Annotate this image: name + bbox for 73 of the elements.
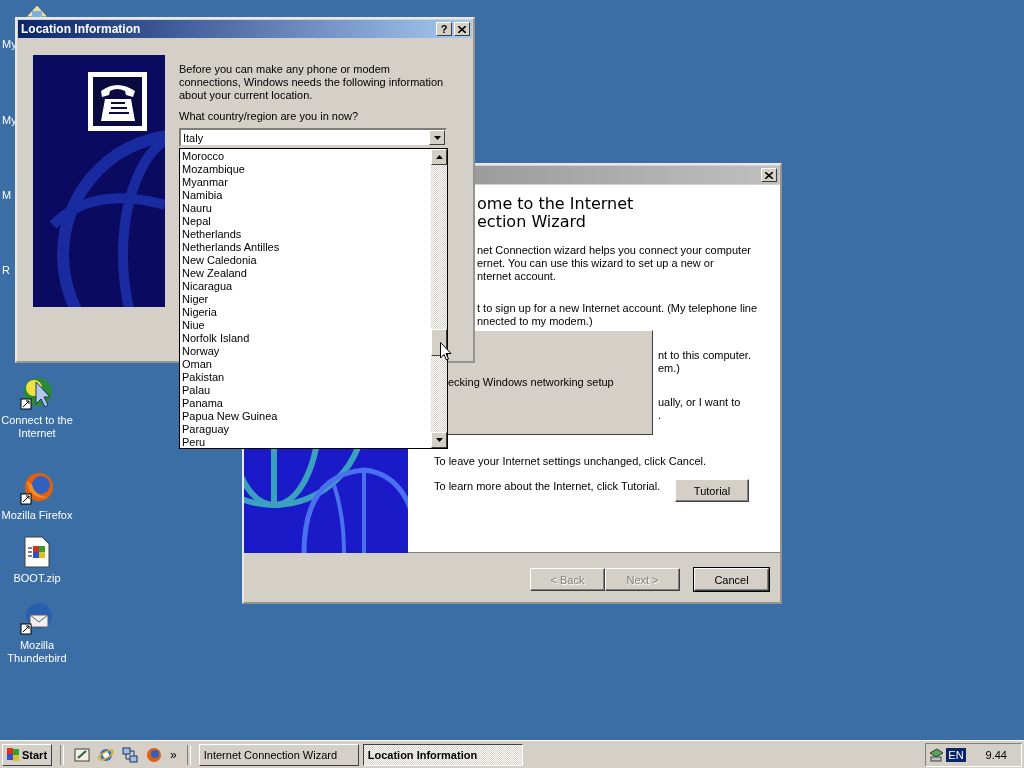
option-text: ually, or I want to	[658, 396, 741, 409]
network-status-icon[interactable]	[928, 746, 945, 763]
help-button[interactable]: ?	[436, 22, 452, 36]
close-icon	[458, 25, 466, 33]
show-desktop-icon[interactable]	[74, 746, 91, 763]
country-option[interactable]: Papua New Guinea	[182, 410, 431, 423]
country-option[interactable]: Niger	[182, 293, 431, 306]
language-indicator[interactable]: EN	[946, 747, 966, 762]
country-option[interactable]: Nepal	[182, 215, 431, 228]
wizard-heading-line: ome to the Internet	[477, 195, 634, 213]
country-question: What country/region are you in now?	[179, 110, 360, 122]
globe-cursor-icon[interactable]	[20, 376, 54, 410]
country-option[interactable]: Morocco	[182, 150, 431, 163]
close-icon	[765, 171, 773, 179]
clock: 9.44	[985, 748, 1007, 761]
option-text: em.)	[658, 362, 681, 375]
icon-label[interactable]: Mozilla Firefox	[0, 509, 74, 522]
browser-icon[interactable]	[98, 746, 115, 763]
fox-globe-icon[interactable]	[20, 471, 54, 505]
country-option[interactable]: Norfolk Island	[182, 332, 431, 345]
tutorial-button[interactable]: Tutorial	[675, 479, 749, 502]
taskbar-button[interactable]: Internet Connection Wizard	[198, 743, 359, 766]
close-button[interactable]	[454, 22, 470, 36]
country-option[interactable]: Oman	[182, 358, 431, 371]
intro-text: Before you can make any phone or modem connections, Windows needs the following information about your current location.	[179, 63, 445, 102]
country-option[interactable]: Namibia	[182, 189, 431, 202]
dropdown-arrow-icon	[433, 135, 441, 140]
icon-label: R	[2, 264, 10, 277]
country-option[interactable]: Netherlands Antilles	[182, 241, 431, 254]
icon-label[interactable]: Connect to the Internet	[0, 414, 74, 440]
option-text: t to sign up for a new Internet account. (My telephone line	[477, 302, 758, 315]
icon-label[interactable]: BOOT.zip	[0, 572, 74, 585]
wizard-heading-line: ection Wizard	[477, 213, 587, 231]
intro-line: ernet. You can use this wizard to set up a new or	[477, 257, 715, 270]
country-option[interactable]: Nauru	[182, 202, 431, 215]
scroll-up-icon	[435, 155, 443, 159]
country-option[interactable]: Pakistan	[182, 371, 431, 384]
progress-text: ecking Windows networking setup	[448, 376, 614, 388]
taskbar-button[interactable]: Location Information	[362, 743, 523, 766]
start-button[interactable]: Start	[2, 743, 53, 766]
country-option[interactable]: Niue	[182, 319, 431, 332]
windows-logo-icon	[6, 748, 20, 761]
intro-line: nternet account.	[477, 270, 557, 283]
option-text: .	[658, 409, 663, 422]
cancel-hint: To leave your Internet settings unchanged, click Cancel.	[434, 455, 707, 468]
country-option[interactable]: Netherlands	[182, 228, 431, 241]
zip-file-icon[interactable]	[24, 536, 50, 568]
country-option[interactable]: Myanmar	[182, 176, 431, 189]
close-button[interactable]	[761, 168, 777, 182]
country-option[interactable]: New Zealand	[182, 267, 431, 280]
country-option[interactable]: Nigeria	[182, 306, 431, 319]
tutorial-hint: To learn more about the Internet, click Tutorial.	[434, 480, 661, 493]
country-option[interactable]: Paraguay	[182, 423, 431, 436]
country-option[interactable]: Peru	[182, 436, 431, 449]
country-option[interactable]: Panama	[182, 397, 431, 410]
country-option[interactable]: Nicaragua	[182, 280, 431, 293]
more-icons-button[interactable]: »	[168, 747, 179, 762]
cancel-button[interactable]: Cancel	[694, 568, 769, 591]
country-dropdown[interactable]: Italy	[179, 128, 447, 147]
option-text: nnected to my modem.)	[477, 315, 594, 328]
scrollbar[interactable]	[431, 149, 447, 448]
window-title: Location Information	[21, 22, 141, 36]
option-text: nt to this computer.	[658, 349, 751, 362]
country-option[interactable]: Norway	[182, 345, 431, 358]
scroll-down-icon	[435, 438, 443, 442]
intro-line: net Connection wizard helps you connect your computer	[477, 244, 751, 257]
network-icon[interactable]	[122, 746, 139, 763]
icon-label: M	[2, 189, 12, 202]
bird-envelope-icon[interactable]	[20, 601, 54, 635]
country-option[interactable]: New Caledonia	[182, 254, 431, 267]
country-option[interactable]: Mozambique	[182, 163, 431, 176]
country-option[interactable]: Palau	[182, 384, 431, 397]
icon-label[interactable]: Mozilla Thunderbird	[0, 639, 74, 665]
